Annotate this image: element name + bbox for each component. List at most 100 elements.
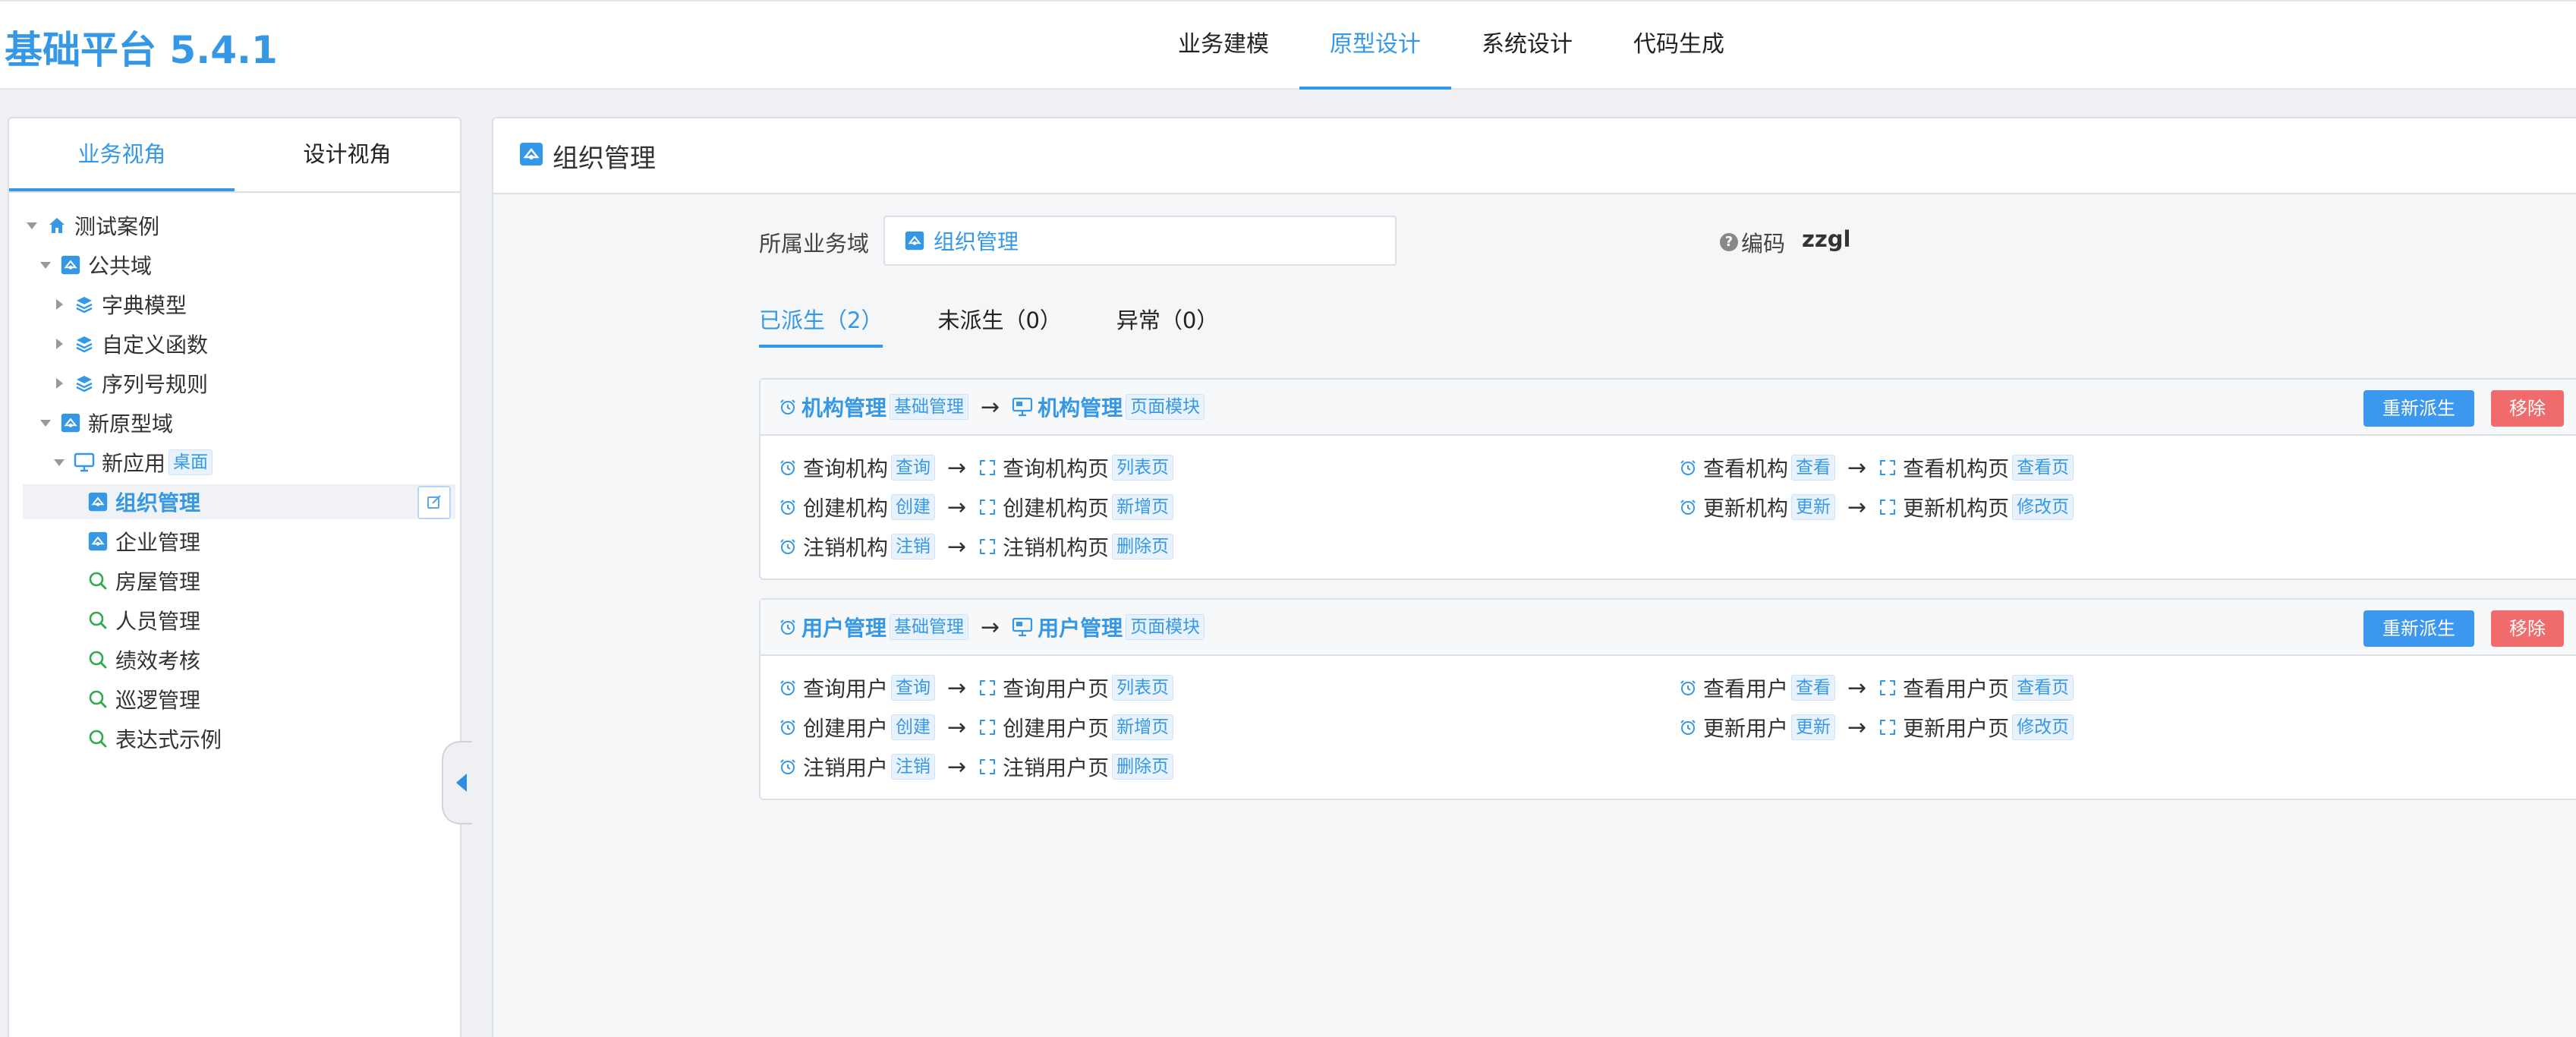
caret-down-icon[interactable] — [36, 256, 55, 274]
fullscreen-icon — [978, 537, 997, 556]
fullscreen-icon — [978, 498, 997, 516]
action-name[interactable]: 注销机构 — [803, 531, 888, 562]
page-name[interactable]: 查看机构页 — [1903, 452, 2009, 483]
action-tag: 更新 — [1791, 714, 1836, 740]
business-module-name[interactable]: 用户管理 — [801, 612, 886, 642]
arrow-right-icon: → — [981, 613, 1000, 641]
fullscreen-icon — [978, 758, 997, 776]
caret-right-icon[interactable] — [50, 335, 68, 353]
page-name[interactable]: 查询机构页 — [1003, 452, 1109, 483]
tree-item[interactable]: 绩效考核 — [23, 642, 455, 677]
arrow-right-icon: → — [1847, 714, 1867, 741]
action-tag: 更新 — [1791, 494, 1836, 520]
tab-design-view[interactable]: 设计视角 — [235, 118, 460, 191]
domain-select[interactable]: 组织管理 — [883, 216, 1397, 266]
page-tag: 修改页 — [2012, 494, 2074, 520]
fullscreen-icon — [1878, 459, 1897, 477]
tab-business-view[interactable]: 业务视角 — [9, 118, 235, 191]
tree-item[interactable]: 表达式示例 — [23, 721, 455, 756]
page-module-name[interactable]: 用户管理 — [1038, 612, 1123, 642]
rederive-button[interactable]: 重新派生 — [2363, 390, 2474, 427]
top-tab-prototype-design[interactable]: 原型设计 — [1299, 2, 1451, 90]
tree-item[interactable]: 房屋管理 — [23, 563, 455, 598]
page-tag: 列表页 — [1112, 455, 1174, 481]
remove-button[interactable]: 移除 — [2491, 610, 2564, 647]
module-icon — [87, 530, 109, 553]
action-name[interactable]: 查询用户 — [803, 673, 888, 703]
action-name[interactable]: 查看用户 — [1703, 673, 1788, 703]
caret-right-icon[interactable] — [50, 295, 68, 314]
action-name[interactable]: 创建用户 — [803, 712, 888, 742]
caret-down-icon[interactable] — [50, 453, 68, 471]
tree-item[interactable]: 自定义函数 — [23, 326, 455, 361]
main-body: 所属业务域 组织管理 ? 编码 zzgl 已派生（2） 未派生（0） 异常（0）… — [493, 194, 2576, 1037]
question-icon[interactable]: ? — [1720, 233, 1738, 251]
page-name[interactable]: 更新机构页 — [1903, 492, 2009, 522]
top-tab-code-generation[interactable]: 代码生成 — [1603, 2, 1755, 90]
caret-down-icon[interactable] — [23, 216, 41, 235]
page-name[interactable]: 创建机构页 — [1003, 492, 1109, 522]
tree-item[interactable]: 序列号规则 — [23, 366, 455, 401]
action-name[interactable]: 注销用户 — [803, 752, 888, 782]
page-tag: 删除页 — [1112, 754, 1174, 780]
top-tab-system-design[interactable]: 系统设计 — [1451, 2, 1603, 90]
alarm-icon — [779, 498, 797, 516]
action-name[interactable]: 查询机构 — [803, 452, 888, 483]
action-tag: 创建 — [891, 714, 936, 740]
business-module-name[interactable]: 机构管理 — [801, 392, 886, 422]
business-module-tag: 基础管理 — [890, 394, 969, 420]
tree-item[interactable]: 新原型域 — [23, 405, 455, 440]
action-name[interactable]: 更新机构 — [1703, 492, 1788, 522]
derivation-item: 更新用户 更新 → 更新用户页 修改页 — [1679, 708, 2074, 747]
tree-item-label: 新原型域 — [88, 411, 174, 437]
tree-item[interactable]: 字典模型 — [23, 287, 455, 322]
module-icon — [519, 142, 543, 169]
page-name[interactable]: 更新用户页 — [1903, 712, 2009, 742]
action-name[interactable]: 创建机构 — [803, 492, 888, 522]
business-module-tag: 基础管理 — [890, 614, 969, 640]
tab-not-derived[interactable]: 未派生（0） — [937, 298, 1061, 348]
derivation-item: 查询机构 查询 → 查询机构页 列表页 — [779, 448, 1174, 487]
tree-item[interactable]: 人员管理 — [23, 603, 455, 638]
tree-item[interactable]: 公共域 — [23, 247, 455, 282]
page-name[interactable]: 创建用户页 — [1003, 712, 1109, 742]
top-tab-business-modeling[interactable]: 业务建模 — [1148, 2, 1299, 90]
page-name[interactable]: 查看用户页 — [1903, 673, 2009, 703]
tree-item[interactable]: 企业管理 — [23, 524, 455, 559]
collapse-panel-handle[interactable] — [442, 741, 472, 824]
tree-item[interactable]: 新应用 桌面 — [23, 445, 455, 480]
derivation-item: 注销机构 注销 → 注销机构页 删除页 — [779, 527, 1174, 566]
action-name[interactable]: 查看机构 — [1703, 452, 1788, 483]
layers-icon — [73, 372, 96, 395]
fullscreen-icon — [978, 459, 997, 477]
tab-derived[interactable]: 已派生（2） — [759, 298, 883, 348]
page-name[interactable]: 注销机构页 — [1003, 531, 1109, 562]
layers-icon — [73, 293, 96, 316]
caret-down-icon[interactable] — [36, 414, 55, 432]
derivation-item: 查询用户 查询 → 查询用户页 列表页 — [779, 668, 1174, 708]
caret-right-icon[interactable] — [50, 374, 68, 392]
page-name[interactable]: 查询用户页 — [1003, 673, 1109, 703]
arrow-right-icon: → — [1847, 454, 1867, 481]
tree-item[interactable]: 组织管理 — [23, 484, 455, 519]
derivation-item: 查看机构 查看 → 查看机构页 查看页 — [1679, 448, 2074, 487]
arrow-right-icon: → — [1847, 493, 1867, 521]
page-name[interactable]: 注销用户页 — [1003, 752, 1109, 782]
card-header: 用户管理 基础管理 → 用户管理 页面模块 重新派生 移除 — [761, 600, 2576, 656]
action-name[interactable]: 更新用户 — [1703, 712, 1788, 742]
edit-button[interactable] — [417, 486, 451, 519]
tree-item-tag: 桌面 — [168, 449, 213, 475]
rederive-button[interactable]: 重新派生 — [2363, 610, 2474, 647]
tree-item[interactable]: 测试案例 — [23, 208, 455, 243]
page-tag: 新增页 — [1112, 494, 1174, 520]
edit-icon — [426, 490, 442, 515]
tab-exception[interactable]: 异常（0） — [1116, 298, 1218, 348]
page-module-name[interactable]: 机构管理 — [1038, 392, 1123, 422]
tree-item[interactable]: 巡逻管理 — [23, 682, 455, 717]
action-tag: 查看 — [1791, 455, 1836, 481]
main-panel: 组织管理 所属业务域 组织管理 ? 编码 zzgl 已派生（2） 未派生（0） … — [492, 117, 2576, 1037]
search-icon — [87, 569, 109, 592]
remove-button[interactable]: 移除 — [2491, 390, 2564, 427]
alarm-icon — [779, 618, 797, 636]
